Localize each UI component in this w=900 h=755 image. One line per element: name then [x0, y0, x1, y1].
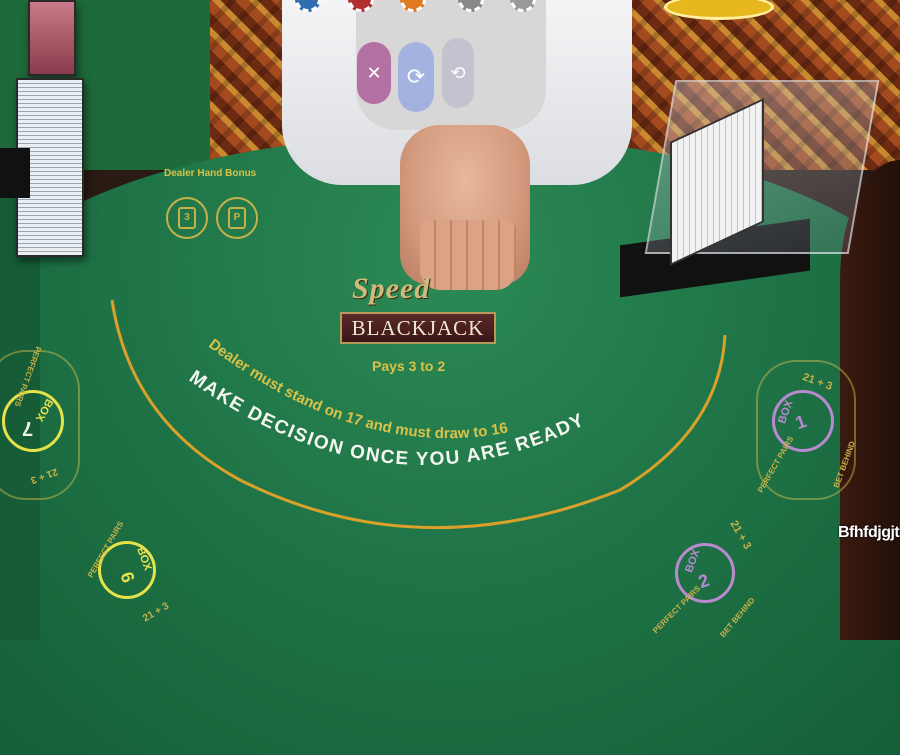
seat-2-21-3: 21 + 3: [727, 518, 754, 552]
seat-box-1[interactable]: BOX 1 21 + 3 PERFECT PAIRS BET BEHIND: [756, 360, 870, 510]
decision-text: MAKE DECISION ONCE YOU ARE READY: [185, 367, 588, 470]
seat-box-7[interactable]: BOX 7 PERFECT PAIRS 21 + 3: [0, 345, 80, 500]
seat-6-21-3: 21 + 3: [141, 600, 171, 625]
seat-box-2[interactable]: BOX 2 21 + 3 PERFECT PAIRS BET BEHIND: [651, 515, 765, 640]
seat-2-bet-behind: BET BEHIND: [718, 595, 757, 640]
seat-box-6[interactable]: BOX 6 PERFECT PAIRS 21 + 3: [80, 515, 190, 640]
insurance-arc: [110, 299, 727, 530]
seat-2-perfect-pairs: PERFECT PAIRS: [651, 583, 703, 636]
dealer-rule-text: Dealer must stand on 17 and must draw to…: [205, 336, 509, 443]
overlay-label: Bfhfdjgjt: [838, 524, 900, 541]
seat-7-number: 7: [22, 417, 34, 439]
